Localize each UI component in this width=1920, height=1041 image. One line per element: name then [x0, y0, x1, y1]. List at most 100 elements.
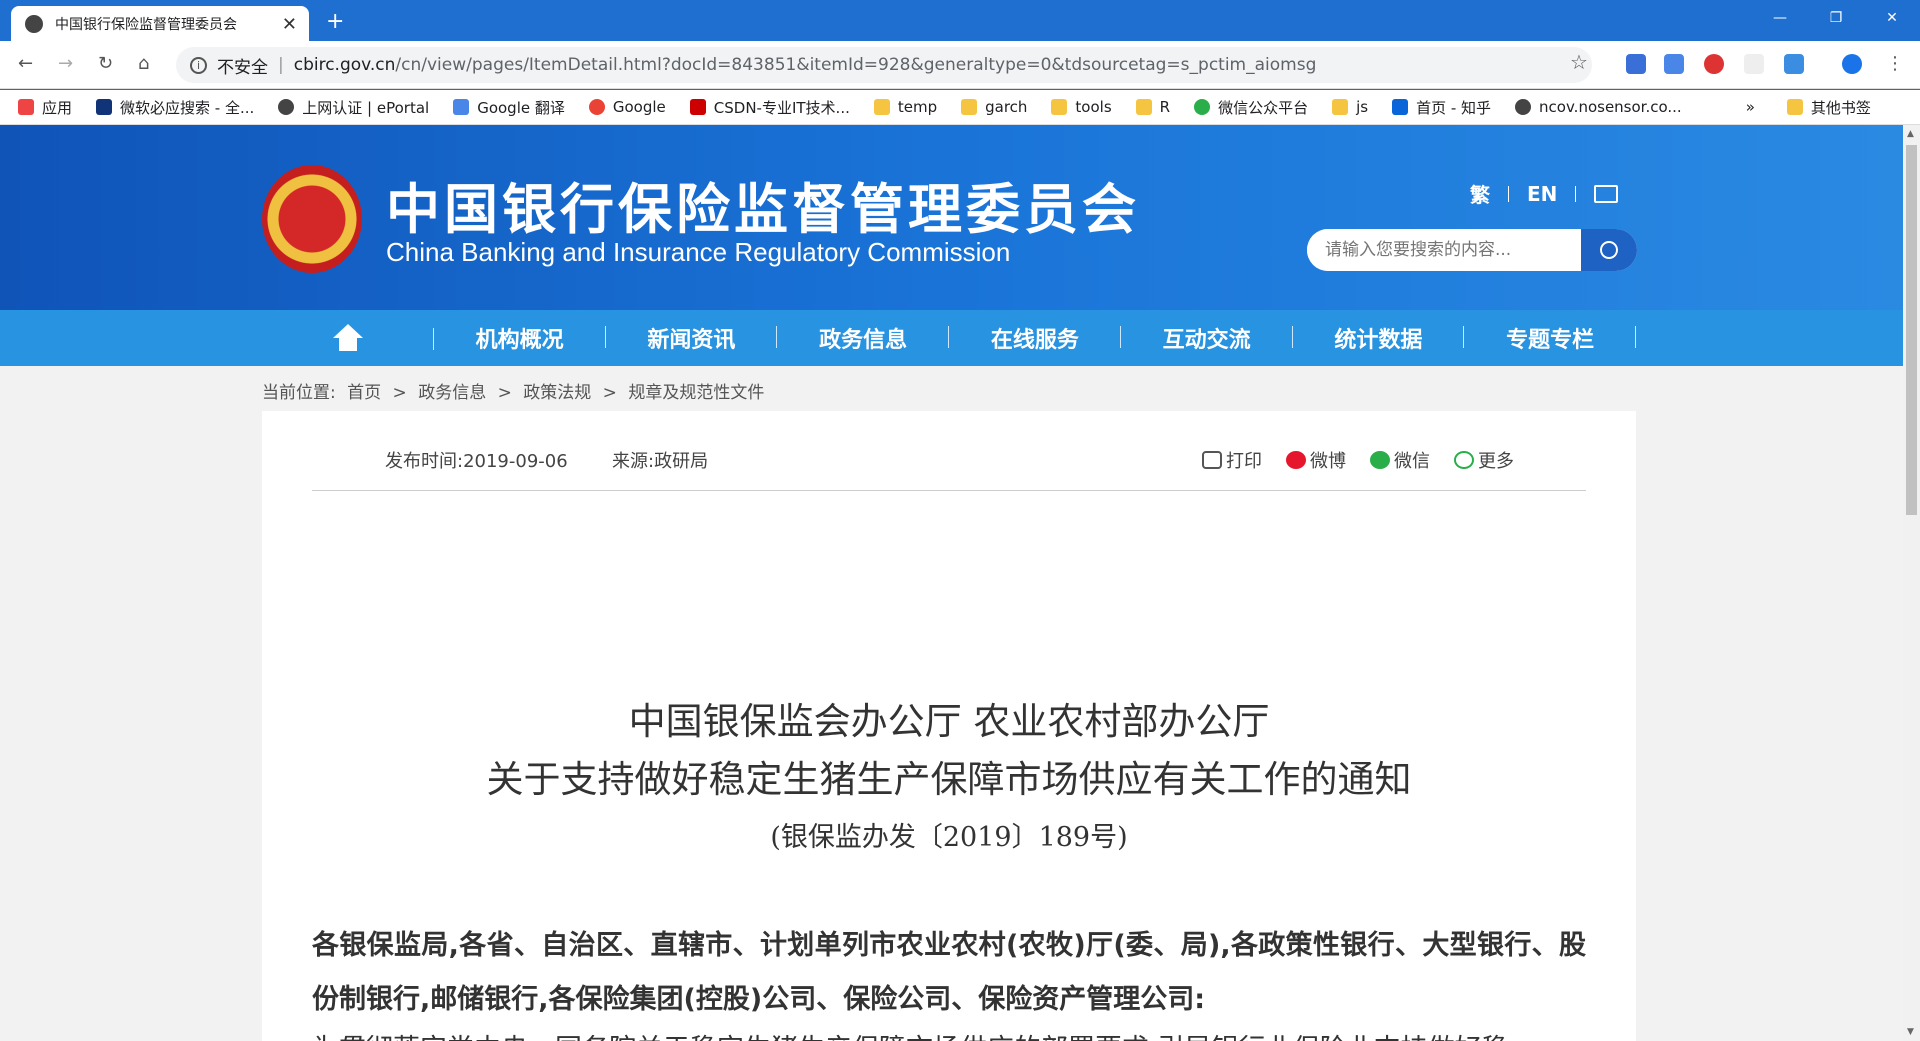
browser-tab[interactable]: 中国银行保险监督管理委员会 ✕	[11, 6, 309, 41]
bookmarks-overflow-button[interactable]: »	[1746, 98, 1755, 116]
window-controls: — ❐ ✕	[1752, 0, 1920, 36]
nav-item[interactable]: 统计数据	[1293, 322, 1465, 354]
home-icon[interactable]: ⌂	[138, 53, 149, 74]
other-bookmarks[interactable]: 其他书签	[1786, 97, 1871, 118]
nav-item[interactable]: 专题专栏	[1464, 322, 1636, 354]
extension-arrow-icon[interactable]	[1784, 54, 1804, 74]
bookmark-item[interactable]: ncov.nosensor.co...	[1515, 98, 1682, 116]
bookmark-item[interactable]: 首页 - 知乎	[1392, 97, 1491, 118]
breadcrumb: 当前位置: 首页 > 政务信息 > 政策法规 > 规章及规范性文件	[262, 378, 770, 403]
nav-item[interactable]: 机构概况	[434, 322, 606, 354]
google-icon	[588, 99, 605, 115]
folder-icon	[873, 99, 890, 115]
bookmark-item[interactable]: CSDN-专业IT技术...	[689, 97, 850, 118]
apps-icon	[18, 99, 34, 115]
document-title-line1: 中国银保监会办公厅 农业农村部办公厅	[628, 700, 1270, 743]
breadcrumb-link[interactable]: 规章及规范性文件	[628, 383, 764, 403]
extension-icon[interactable]	[1626, 54, 1646, 74]
article-source: 来源:政研局	[612, 451, 709, 472]
menu-icon[interactable]: ⋮	[1886, 53, 1904, 74]
bookmark-folder[interactable]: temp	[873, 98, 937, 116]
url-path: /cn/view/pages/ItemDetail.html?docId=843…	[395, 55, 1317, 75]
publish-date: 发布时间:2019-09-06	[385, 451, 568, 472]
adblock-icon[interactable]	[1704, 54, 1724, 74]
weibo-share[interactable]: 微博	[1286, 447, 1346, 473]
bookmark-item[interactable]: 微信公众平台	[1194, 97, 1308, 118]
translate-extension-icon[interactable]	[1664, 54, 1684, 74]
bookmark-item[interactable]: Google 翻译	[453, 97, 565, 118]
search-button[interactable]	[1581, 229, 1637, 271]
new-tab-button[interactable]: +	[326, 9, 344, 34]
document-number: (银保监办发〔2019〕189号)	[770, 822, 1128, 853]
breadcrumb-link[interactable]: 政务信息	[418, 383, 486, 403]
traditional-chinese-link[interactable]: 繁	[1470, 179, 1490, 208]
globe-icon	[1515, 99, 1532, 115]
search-icon	[1600, 241, 1618, 259]
scrollbar-thumb[interactable]	[1906, 145, 1917, 515]
breadcrumb-link[interactable]: 首页	[347, 383, 381, 403]
print-button[interactable]: 打印	[1202, 447, 1262, 473]
bookmarks-bar: 应用 微软必应搜索 - 全... 上网认证 | ePortal Google 翻…	[0, 90, 1920, 125]
tab-strip: 中国银行保险监督管理委员会 ✕ + — ❐ ✕	[0, 0, 1920, 41]
home-icon	[332, 324, 363, 352]
breadcrumb-separator: >	[497, 383, 512, 403]
english-link[interactable]: EN	[1527, 182, 1557, 206]
divider	[1508, 185, 1509, 202]
nav-home[interactable]	[262, 324, 434, 352]
plus-circle-icon	[1454, 451, 1474, 469]
printer-icon	[1202, 451, 1222, 469]
article-panel: 发布时间:2019-09-06 来源:政研局 打印 微博 微信 更多 中国银保监…	[262, 411, 1636, 1041]
nav-item[interactable]: 互动交流	[1121, 322, 1293, 354]
more-share[interactable]: 更多	[1454, 447, 1514, 473]
globe-icon	[25, 14, 43, 33]
breadcrumb-link[interactable]: 政策法规	[523, 383, 591, 403]
address-bar[interactable]: i 不安全 | cbirc.gov.cn /cn/view/pages/Item…	[176, 47, 1592, 83]
site-header: 中国银行保险监督管理委员会 China Banking and Insuranc…	[0, 125, 1903, 310]
breadcrumb-label: 当前位置:	[262, 383, 336, 403]
site-title-cn: 中国银行保险监督管理委员会	[386, 177, 1140, 241]
not-secure-label: 不安全	[217, 57, 268, 78]
close-window-button[interactable]: ✕	[1864, 0, 1920, 36]
tab-title: 中国银行保险监督管理委员会	[55, 16, 237, 33]
profile-avatar[interactable]	[1842, 54, 1862, 74]
scroll-up-icon[interactable]: ▲	[1907, 129, 1914, 139]
info-icon[interactable]: i	[190, 56, 207, 74]
nav-item[interactable]: 在线服务	[949, 322, 1121, 354]
bookmark-item[interactable]: 应用	[18, 97, 72, 118]
nav-item[interactable]: 新闻资讯	[606, 322, 778, 354]
globe-icon	[278, 99, 295, 115]
mail-icon[interactable]	[1594, 184, 1619, 203]
folder-icon	[1051, 99, 1068, 115]
wechat-share[interactable]: 微信	[1370, 447, 1430, 473]
reload-icon[interactable]: ↻	[98, 53, 113, 74]
extension-x-icon[interactable]	[1744, 54, 1764, 74]
search-input[interactable]	[1307, 229, 1579, 271]
bookmark-folder[interactable]: garch	[961, 98, 1027, 116]
close-icon[interactable]: ✕	[282, 14, 297, 35]
bookmark-item[interactable]: Google	[588, 98, 666, 116]
breadcrumb-separator: >	[602, 383, 617, 403]
share-tools: 打印 微博 微信 更多	[1202, 447, 1514, 473]
back-icon[interactable]: ←	[18, 53, 33, 74]
bookmark-folder[interactable]: js	[1332, 98, 1368, 116]
weibo-icon	[1286, 451, 1306, 469]
folder-icon	[1332, 99, 1349, 115]
minimize-button[interactable]: —	[1752, 0, 1808, 36]
page-scrollbar[interactable]: ▲ ▼	[1903, 125, 1920, 1041]
restore-button[interactable]: ❐	[1808, 0, 1864, 36]
bookmark-folder[interactable]: R	[1135, 98, 1170, 116]
scroll-down-icon[interactable]: ▼	[1907, 1027, 1914, 1037]
bookmark-folder[interactable]: tools	[1051, 98, 1112, 116]
language-switcher: 繁 EN	[1470, 179, 1619, 208]
document-body: 为贯彻落实党中央、国务院关于稳定生猪生产保障市场供应的部署要求,引导银行业保险业…	[312, 1023, 1586, 1041]
browser-toolbar: ← → ↻ ⌂ i 不安全 | cbirc.gov.cn /cn/view/pa…	[0, 41, 1920, 89]
divider	[1575, 185, 1577, 202]
forward-icon[interactable]: →	[58, 53, 73, 74]
folder-icon	[1786, 99, 1803, 115]
bookmark-item[interactable]: 上网认证 | ePortal	[278, 97, 429, 118]
document-addressee: 各银保监局,各省、自治区、直辖市、计划单列市农业农村(农牧)厅(委、局),各政策…	[312, 930, 1586, 1015]
wechat-icon	[1194, 99, 1211, 115]
nav-item[interactable]: 政务信息	[777, 322, 949, 354]
bookmark-star-icon[interactable]: ☆	[1570, 50, 1588, 74]
bookmark-item[interactable]: 微软必应搜索 - 全...	[96, 97, 254, 118]
